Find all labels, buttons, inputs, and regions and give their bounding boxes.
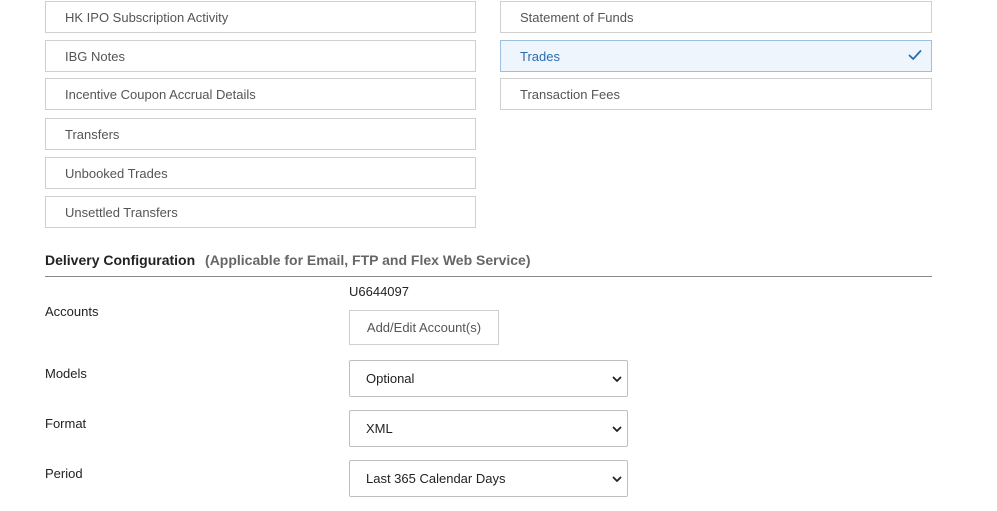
section-option-label: Unbooked Trades xyxy=(65,165,168,181)
section-option-label: IBG Notes xyxy=(65,48,125,64)
period-select[interactable]: Last 365 Calendar Days xyxy=(349,460,628,497)
add-edit-accounts-button[interactable]: Add/Edit Account(s) xyxy=(349,310,499,345)
section-option-transfers[interactable]: Transfers xyxy=(45,118,476,150)
section-option-ibg-notes[interactable]: IBG Notes xyxy=(45,40,476,72)
section-option-label: Incentive Coupon Accrual Details xyxy=(65,86,256,102)
chevron-down-icon xyxy=(612,376,622,382)
section-option-statement-of-funds[interactable]: Statement of Funds xyxy=(500,1,932,33)
format-select[interactable]: XML xyxy=(349,410,628,447)
section-option-label: Statement of Funds xyxy=(520,9,634,25)
delivery-subtitle: (Applicable for Email, FTP and Flex Web … xyxy=(205,252,531,268)
section-option-incentive-coupon-accrual-details[interactable]: Incentive Coupon Accrual Details xyxy=(45,78,476,110)
section-option-label: Unsettled Transfers xyxy=(65,204,178,220)
format-select-value: XML xyxy=(366,421,393,436)
section-option-label: Transaction Fees xyxy=(520,86,620,102)
section-option-unsettled-transfers[interactable]: Unsettled Transfers xyxy=(45,196,476,228)
account-id: U6644097 xyxy=(349,284,409,299)
section-option-label: HK IPO Subscription Activity xyxy=(65,9,229,25)
delivery-configuration-header: Delivery Configuration (Applicable for E… xyxy=(45,252,932,277)
section-option-label: Trades xyxy=(520,48,560,64)
format-label: Format xyxy=(45,416,87,431)
section-option-trades[interactable]: Trades xyxy=(500,40,932,72)
section-option-hk-ipo-subscription-activity[interactable]: HK IPO Subscription Activity xyxy=(45,1,476,33)
period-label: Period xyxy=(45,466,83,481)
models-select[interactable]: Optional xyxy=(349,360,628,397)
chevron-down-icon xyxy=(612,426,622,432)
section-option-label: Transfers xyxy=(65,126,120,142)
section-option-unbooked-trades[interactable]: Unbooked Trades xyxy=(45,157,476,189)
check-icon xyxy=(908,50,922,60)
accounts-label: Accounts xyxy=(45,304,99,319)
section-option-transaction-fees[interactable]: Transaction Fees xyxy=(500,78,932,110)
chevron-down-icon xyxy=(612,476,622,482)
period-select-value: Last 365 Calendar Days xyxy=(366,471,506,486)
delivery-title: Delivery Configuration xyxy=(45,252,196,268)
models-select-value: Optional xyxy=(366,371,415,386)
models-label: Models xyxy=(45,366,87,381)
